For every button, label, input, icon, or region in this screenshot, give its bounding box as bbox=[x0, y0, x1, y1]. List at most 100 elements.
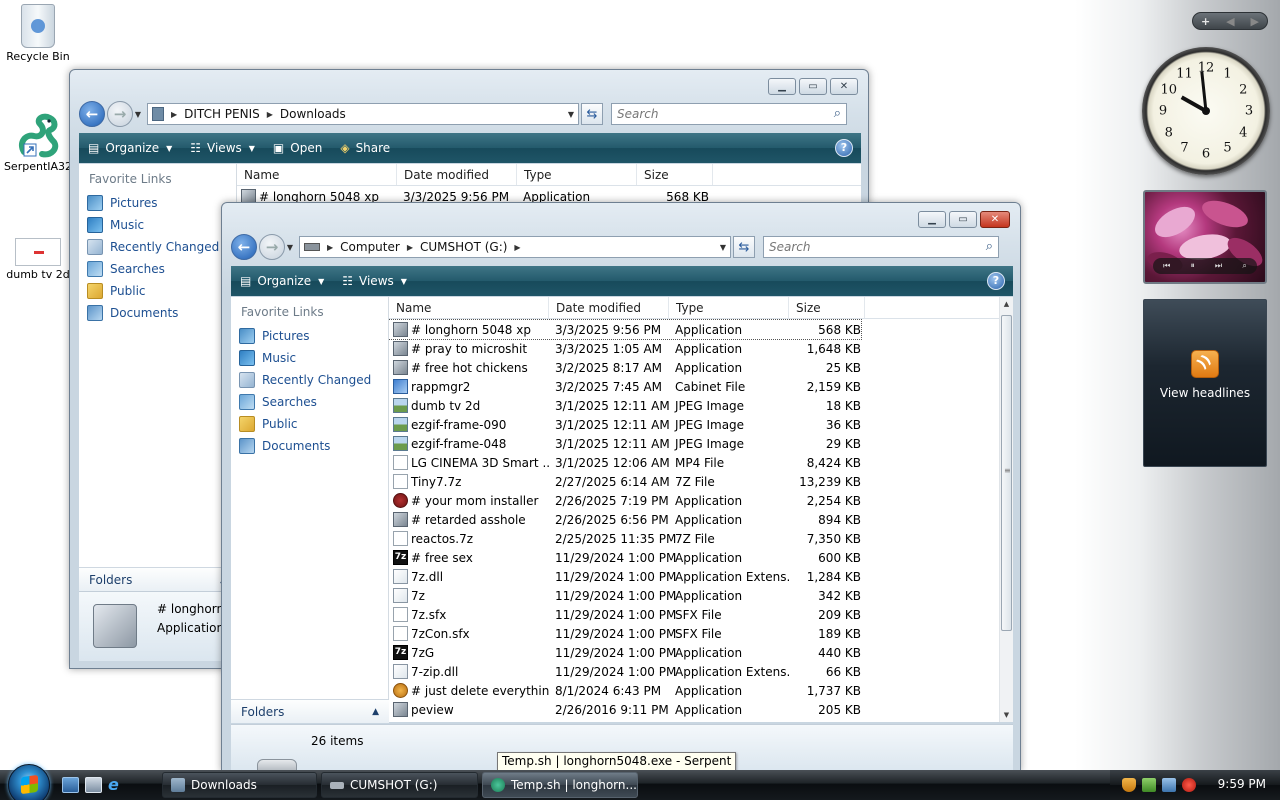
refresh-button[interactable]: ⇆ bbox=[733, 236, 755, 258]
column-header-name[interactable]: Name bbox=[237, 164, 397, 185]
file-row[interactable]: ezgif-frame-090 3/1/2025 12:11 AM JPEG Ima… bbox=[389, 415, 861, 434]
recent-pages-dropdown[interactable]: ▼ bbox=[133, 110, 143, 119]
search-input[interactable]: Search ⌕ bbox=[611, 103, 847, 125]
security-shield-icon[interactable] bbox=[1122, 778, 1136, 792]
desktop-icon-recycle-bin[interactable]: Recycle Bin bbox=[0, 4, 76, 63]
maximize-button[interactable]: ▭ bbox=[799, 78, 827, 95]
vertical-scrollbar[interactable]: ▲ ≡ ▼ bbox=[999, 297, 1013, 722]
feed-headlines-gadget[interactable]: View headlines bbox=[1143, 299, 1267, 467]
file-row[interactable]: reactos.7z 2/25/2025 11:35 PM 7Z File 7,350… bbox=[389, 529, 861, 548]
back-button[interactable]: ← bbox=[231, 234, 257, 260]
minimize-button[interactable]: ▁ bbox=[768, 78, 796, 95]
explorer-window-drive-g[interactable]: ▁ ▭ ✕ ← → ▼ ▶ Computer ▶ CUMSHOT (G:) ▶ … bbox=[221, 202, 1021, 773]
file-row[interactable]: # longhorn 5048 xp 3/3/2025 9:56 PM Applic… bbox=[389, 319, 862, 340]
file-row[interactable]: Tiny7.7z 2/27/2025 6:14 AM 7Z File 13,239 K… bbox=[389, 472, 861, 491]
organize-button[interactable]: ▤ Organize ▼ bbox=[231, 274, 333, 288]
file-row[interactable]: LG CINEMA 3D Smart ... 3/1/2025 12:06 AM M… bbox=[389, 453, 861, 472]
views-button[interactable]: ☷ Views ▼ bbox=[333, 274, 416, 288]
file-row[interactable]: # free hot chickens 3/2/2025 8:17 AM Appli… bbox=[389, 358, 861, 377]
file-row[interactable]: # your mom installer 2/26/2025 7:19 PM App… bbox=[389, 491, 861, 510]
forward-button[interactable]: → bbox=[107, 101, 133, 127]
column-header-type[interactable]: Type bbox=[517, 164, 637, 185]
folders-toggle[interactable]: Folders▲ bbox=[79, 567, 237, 591]
file-row[interactable]: rappmgr2 3/2/2025 7:45 AM Cabinet File 2,15… bbox=[389, 377, 861, 396]
slideshow-gadget[interactable]: ⏮ ⏸ ⏭ ⌕ bbox=[1143, 190, 1267, 284]
scroll-down-arrow[interactable]: ▼ bbox=[1000, 708, 1013, 722]
breadcrumb[interactable]: ▶ Computer ▶ CUMSHOT (G:) ▶ ▼ bbox=[299, 236, 731, 258]
scroll-up-arrow[interactable]: ▲ bbox=[1000, 297, 1013, 311]
back-button[interactable]: ← bbox=[79, 101, 105, 127]
breadcrumb-item[interactable]: DITCH PENIS bbox=[184, 107, 260, 121]
search-input[interactable]: Search ⌕ bbox=[763, 236, 999, 258]
start-button[interactable] bbox=[8, 764, 50, 800]
nav-item-music[interactable]: Music bbox=[79, 214, 236, 236]
breadcrumb-item[interactable]: Downloads bbox=[280, 107, 346, 121]
folders-toggle[interactable]: Folders▲ bbox=[231, 699, 389, 723]
nav-item-public[interactable]: Public bbox=[231, 413, 388, 435]
maximize-button[interactable]: ▭ bbox=[949, 211, 977, 228]
breadcrumb-item[interactable]: CUMSHOT (G:) bbox=[420, 240, 507, 254]
safely-remove-icon[interactable] bbox=[1142, 778, 1156, 792]
scroll-thumb[interactable]: ≡ bbox=[1001, 315, 1012, 631]
file-row[interactable]: peview 2/26/2016 9:11 PM Application 205 KB bbox=[389, 700, 861, 719]
column-header-size[interactable]: Size bbox=[637, 164, 713, 185]
file-row[interactable]: 7z 11/29/2024 1:00 PM Application 342 KB bbox=[389, 586, 861, 605]
network-icon[interactable] bbox=[1162, 778, 1176, 792]
file-row[interactable]: 7z.sfx 11/29/2024 1:00 PM SFX File 209 KB bbox=[389, 605, 861, 624]
breadcrumb[interactable]: ▶ DITCH PENIS ▶ Downloads ▼ bbox=[147, 103, 579, 125]
pause-icon[interactable]: ⏸ bbox=[1191, 261, 1195, 271]
next-gadget-icon[interactable]: ▶ bbox=[1251, 15, 1259, 28]
file-row[interactable]: # pray to microshit 3/3/2025 1:05 AM Appli… bbox=[389, 339, 861, 358]
nav-item-pictures[interactable]: Pictures bbox=[231, 325, 388, 347]
help-icon[interactable]: ? bbox=[835, 139, 853, 157]
open-button[interactable]: ▣ Open bbox=[264, 141, 331, 155]
internet-explorer-icon[interactable]: e bbox=[108, 777, 125, 793]
close-button[interactable]: ✕ bbox=[980, 211, 1010, 228]
nav-item-documents[interactable]: Documents bbox=[79, 302, 236, 324]
file-row[interactable]: 7z # free sex 11/29/2024 1:00 PM Applicatio… bbox=[389, 548, 861, 567]
minimize-button[interactable]: ▁ bbox=[918, 211, 946, 228]
nav-item-searches[interactable]: Searches bbox=[79, 258, 236, 280]
file-row[interactable]: ezgif-frame-048 3/1/2025 12:11 AM JPEG Ima… bbox=[389, 434, 861, 453]
previous-gadget-icon[interactable]: ◀ bbox=[1226, 15, 1234, 28]
view-icon[interactable]: ⌕ bbox=[1242, 261, 1246, 271]
nav-item-music[interactable]: Music bbox=[231, 347, 388, 369]
forward-button[interactable]: → bbox=[259, 234, 285, 260]
taskbar-button-downloads[interactable]: Downloads bbox=[162, 772, 317, 798]
desktop-icon-dumb-tv[interactable]: dumb tv 2d bbox=[0, 238, 76, 281]
file-row[interactable]: dumb tv 2d 3/1/2025 12:11 AM JPEG Image 18 … bbox=[389, 396, 861, 415]
column-header-name[interactable]: Name bbox=[389, 297, 549, 318]
column-header-date[interactable]: Date modified bbox=[549, 297, 669, 318]
search-icon[interactable]: ⌕ bbox=[834, 106, 841, 121]
views-button[interactable]: ☷ Views ▼ bbox=[181, 141, 264, 155]
nav-item-public[interactable]: Public bbox=[79, 280, 236, 302]
recent-pages-dropdown[interactable]: ▼ bbox=[285, 243, 295, 252]
chevron-down-icon[interactable]: ▼ bbox=[568, 110, 574, 119]
close-button[interactable]: ✕ bbox=[830, 78, 858, 95]
file-row[interactable]: # just delete everything 8/1/2024 6:43 PM… bbox=[389, 681, 861, 700]
column-header-date[interactable]: Date modified bbox=[397, 164, 517, 185]
file-row[interactable]: 7zCon.sfx 11/29/2024 1:00 PM SFX File 189 K… bbox=[389, 624, 861, 643]
taskbar-button-drive-g[interactable]: CUMSHOT (G:) bbox=[321, 772, 478, 798]
volume-muted-icon[interactable] bbox=[1182, 778, 1196, 792]
add-gadget-button[interactable]: + bbox=[1201, 15, 1210, 28]
taskbar-clock[interactable]: 9:59 PM bbox=[1218, 777, 1266, 791]
clock-gadget[interactable]: 1 2 3 4 5 6 7 8 9 10 11 12 bbox=[1142, 47, 1270, 175]
nav-item-recently-changed[interactable]: Recently Changed bbox=[231, 369, 388, 391]
column-header-size[interactable]: Size bbox=[789, 297, 865, 318]
search-icon[interactable]: ⌕ bbox=[986, 239, 993, 254]
taskbar-button-serpent[interactable]: Temp.sh | longhorn... bbox=[482, 772, 638, 798]
nav-item-pictures[interactable]: Pictures bbox=[79, 192, 236, 214]
nav-item-searches[interactable]: Searches bbox=[231, 391, 388, 413]
previous-icon[interactable]: ⏮ bbox=[1163, 261, 1170, 271]
view-headlines-link[interactable]: View headlines bbox=[1144, 386, 1266, 400]
show-desktop-icon[interactable] bbox=[62, 777, 79, 793]
chevron-down-icon[interactable]: ▼ bbox=[720, 243, 726, 252]
file-row[interactable]: 7z.dll 11/29/2024 1:00 PM Application Exte… bbox=[389, 567, 861, 586]
nav-item-documents[interactable]: Documents bbox=[231, 435, 388, 457]
help-icon[interactable]: ? bbox=[987, 272, 1005, 290]
organize-button[interactable]: ▤ Organize ▼ bbox=[79, 141, 181, 155]
desktop-icon-serpent[interactable]: SerpentIA32 bbox=[0, 112, 76, 173]
breadcrumb-item[interactable]: Computer bbox=[340, 240, 400, 254]
file-row[interactable]: 7z 7zG 11/29/2024 1:00 PM Application 440 KB bbox=[389, 643, 861, 662]
